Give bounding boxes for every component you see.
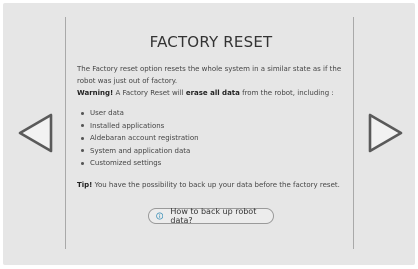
previous-page-button[interactable] bbox=[16, 112, 56, 154]
tip-body: You have the possibility to back up your… bbox=[92, 180, 340, 189]
main-content: FACTORY RESET The Factory reset option r… bbox=[77, 31, 345, 191]
intro-text: The Factory reset option resets the whol… bbox=[77, 65, 342, 85]
info-icon bbox=[156, 212, 164, 220]
warning-post: from the robot, including : bbox=[239, 89, 334, 97]
page-title: FACTORY RESET bbox=[149, 33, 273, 51]
list-item: Customized settings bbox=[79, 157, 345, 170]
list-item: System and application data bbox=[79, 145, 345, 158]
chevron-right-icon bbox=[368, 113, 403, 153]
warning-text: Warning! A Factory Reset will erase all … bbox=[77, 87, 345, 99]
list-item: Installed applications bbox=[79, 120, 345, 133]
list-item: User data bbox=[79, 107, 345, 120]
next-page-button[interactable] bbox=[365, 112, 405, 154]
erased-data-list: User data Installed applications Aldebar… bbox=[77, 107, 345, 170]
tip-text: Tip! You have the possibility to back up… bbox=[77, 179, 345, 191]
backup-help-label: How to back up robot data? bbox=[170, 207, 257, 225]
factory-reset-screen: FACTORY RESET The Factory reset option r… bbox=[3, 3, 415, 265]
warning-pre: A Factory Reset will bbox=[113, 89, 186, 97]
tip-label: Tip! bbox=[77, 180, 93, 189]
warning-bold: erase all data bbox=[185, 89, 240, 97]
left-divider bbox=[65, 17, 66, 249]
warning-label: Warning! bbox=[77, 89, 114, 97]
backup-help-button[interactable]: How to back up robot data? bbox=[148, 207, 274, 225]
chevron-left-icon bbox=[18, 113, 53, 153]
right-divider bbox=[353, 17, 354, 249]
list-item: Aldebaran account registration bbox=[79, 132, 345, 145]
